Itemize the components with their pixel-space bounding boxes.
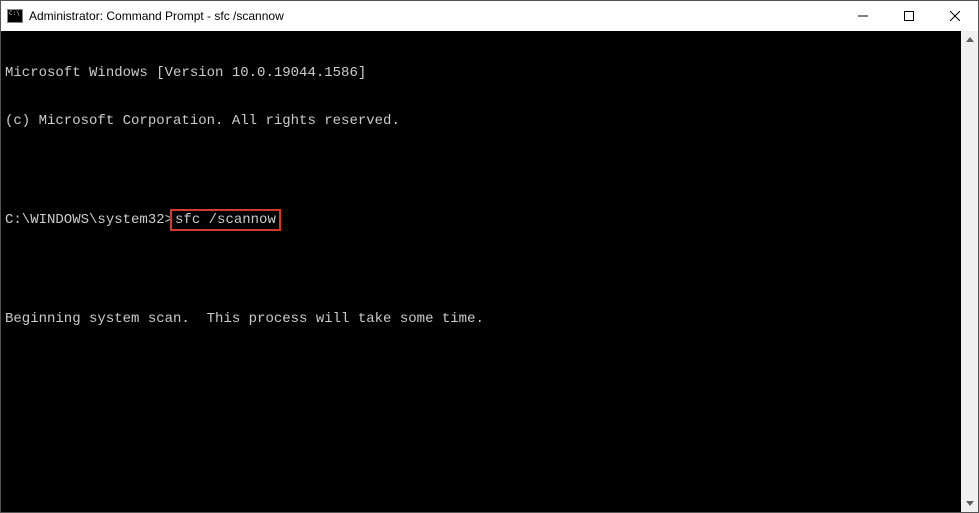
window-title: Administrator: Command Prompt - sfc /sca… bbox=[29, 9, 840, 23]
cmd-icon bbox=[7, 9, 23, 23]
blank-line bbox=[5, 161, 957, 177]
window-controls bbox=[840, 1, 978, 31]
terminal-output[interactable]: Microsoft Windows [Version 10.0.19044.15… bbox=[1, 31, 961, 512]
client-area: Microsoft Windows [Version 10.0.19044.15… bbox=[1, 31, 978, 512]
vertical-scrollbar[interactable] bbox=[961, 31, 978, 512]
copyright-line: (c) Microsoft Corporation. All rights re… bbox=[5, 113, 957, 129]
blank-line bbox=[5, 263, 957, 279]
maximize-button[interactable] bbox=[886, 1, 932, 31]
prompt-path: C:\WINDOWS\system32> bbox=[5, 212, 173, 228]
titlebar[interactable]: Administrator: Command Prompt - sfc /sca… bbox=[1, 1, 978, 31]
prompt-line: C:\WINDOWS\system32>sfc /scannow bbox=[5, 209, 957, 231]
scroll-track[interactable] bbox=[961, 48, 978, 495]
minimize-button[interactable] bbox=[840, 1, 886, 31]
scroll-down-button[interactable] bbox=[961, 495, 978, 512]
status-line: Beginning system scan. This process will… bbox=[5, 311, 957, 327]
close-button[interactable] bbox=[932, 1, 978, 31]
command-highlight: sfc /scannow bbox=[170, 209, 281, 231]
scroll-up-button[interactable] bbox=[961, 31, 978, 48]
command-prompt-window: Administrator: Command Prompt - sfc /sca… bbox=[0, 0, 979, 513]
version-line: Microsoft Windows [Version 10.0.19044.15… bbox=[5, 65, 957, 81]
